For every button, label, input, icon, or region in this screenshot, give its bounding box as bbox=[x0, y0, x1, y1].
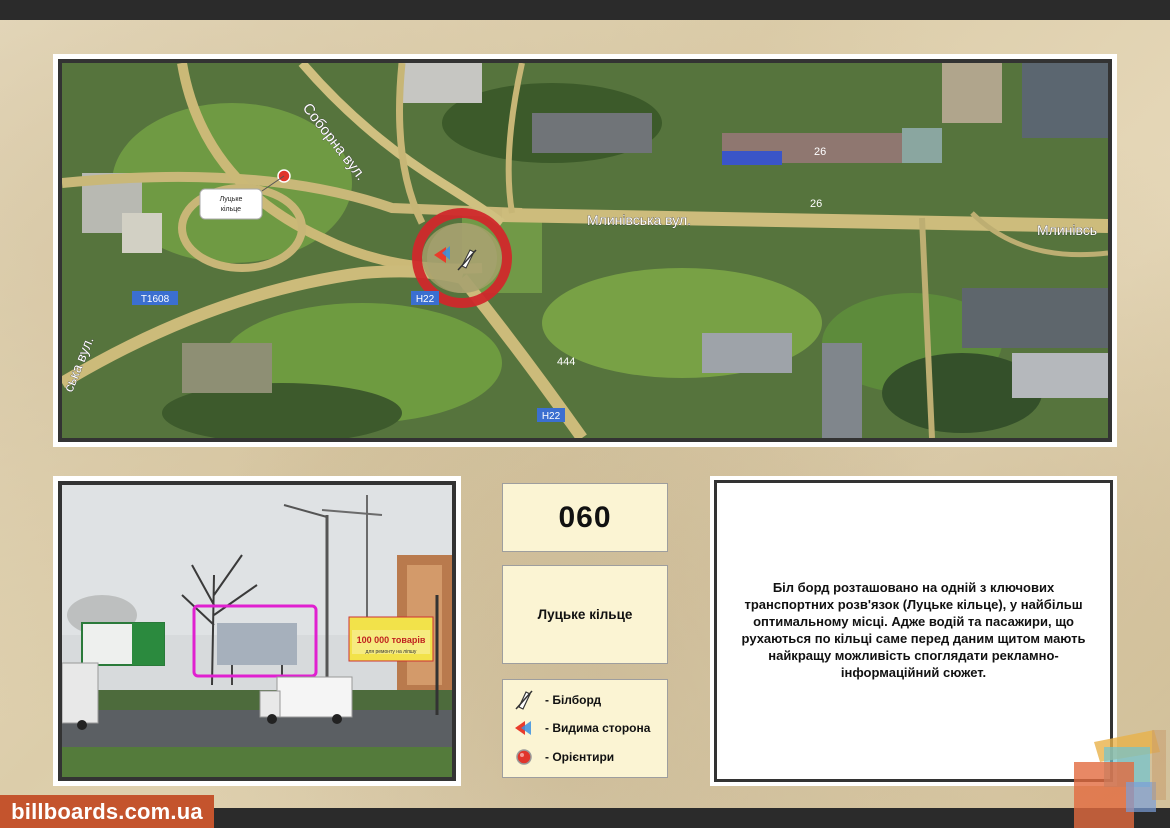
map-frame: Луцьке кільце Соборна вул. Млинівська ву… bbox=[53, 54, 1117, 447]
top-bar bbox=[0, 0, 1170, 20]
photo-sign-right-line1: 100 000 товарів bbox=[357, 635, 426, 645]
photo-sign-right-line2: для ремонту на ліпшу bbox=[366, 649, 417, 655]
legend-visible-side-label: - Видима сторона bbox=[545, 721, 651, 736]
landmark-label-line1: Луцьке bbox=[220, 196, 243, 203]
photo-frame: 100 000 товарів для ремонту на ліпшу bbox=[53, 476, 461, 786]
road-badge-h22-b: Н22 bbox=[542, 411, 561, 422]
brand-banner[interactable]: billboards.com.ua bbox=[0, 795, 214, 828]
board-place-box: Луцьке кільце bbox=[502, 565, 668, 664]
house-number-26-a: 26 bbox=[814, 146, 826, 158]
house-number-26-b: 26 bbox=[810, 198, 822, 210]
landmark-label-line2: кільце bbox=[221, 205, 241, 213]
billboard-icon bbox=[511, 689, 537, 711]
brand-name: billboards.com.ua bbox=[11, 798, 203, 824]
description-text: Біл борд розташовано на одній з ключових… bbox=[741, 580, 1086, 680]
road-badge-h22-a: Н22 bbox=[416, 294, 435, 305]
road-badge-t1608: Т1608 bbox=[141, 294, 170, 305]
legend-landmarks-label: - Орієнтири bbox=[545, 749, 615, 764]
description-panel: Біл борд розташовано на одній з ключових… bbox=[714, 480, 1113, 782]
description-frame: Біл борд розташовано на одній з ключових… bbox=[710, 476, 1117, 786]
map-border: Луцьке кільце Соборна вул. Млинівська ву… bbox=[58, 59, 1112, 442]
legend-box: - Білборд - Видима сторона - Орієнтири bbox=[502, 679, 668, 778]
street-label-mlynivska-2: Млинівсь bbox=[1037, 222, 1097, 238]
corner-logo-icon bbox=[1074, 730, 1166, 828]
board-code-box: 060 bbox=[502, 483, 668, 552]
street-label-mlynivska: Млинівська вул. bbox=[587, 212, 691, 228]
house-number-444: 444 bbox=[557, 356, 575, 368]
landmark-pin-icon bbox=[511, 746, 537, 768]
board-place: Луцьке кільце bbox=[537, 607, 633, 622]
satellite-map[interactable]: Луцьке кільце Соборна вул. Млинівська ву… bbox=[62, 63, 1108, 438]
photo-border: 100 000 товарів для ремонту на ліпшу bbox=[58, 481, 456, 781]
billboard-photo[interactable]: 100 000 товарів для ремонту на ліпшу bbox=[62, 485, 452, 777]
visible-side-icon bbox=[511, 717, 537, 739]
legend-row-landmarks: - Орієнтири bbox=[511, 746, 614, 768]
legend-row-visible-side: - Видима сторона bbox=[511, 717, 650, 739]
board-code: 060 bbox=[558, 500, 612, 534]
legend-billboard-label: - Білборд bbox=[545, 693, 602, 708]
legend-row-billboard: - Білборд bbox=[511, 689, 601, 711]
